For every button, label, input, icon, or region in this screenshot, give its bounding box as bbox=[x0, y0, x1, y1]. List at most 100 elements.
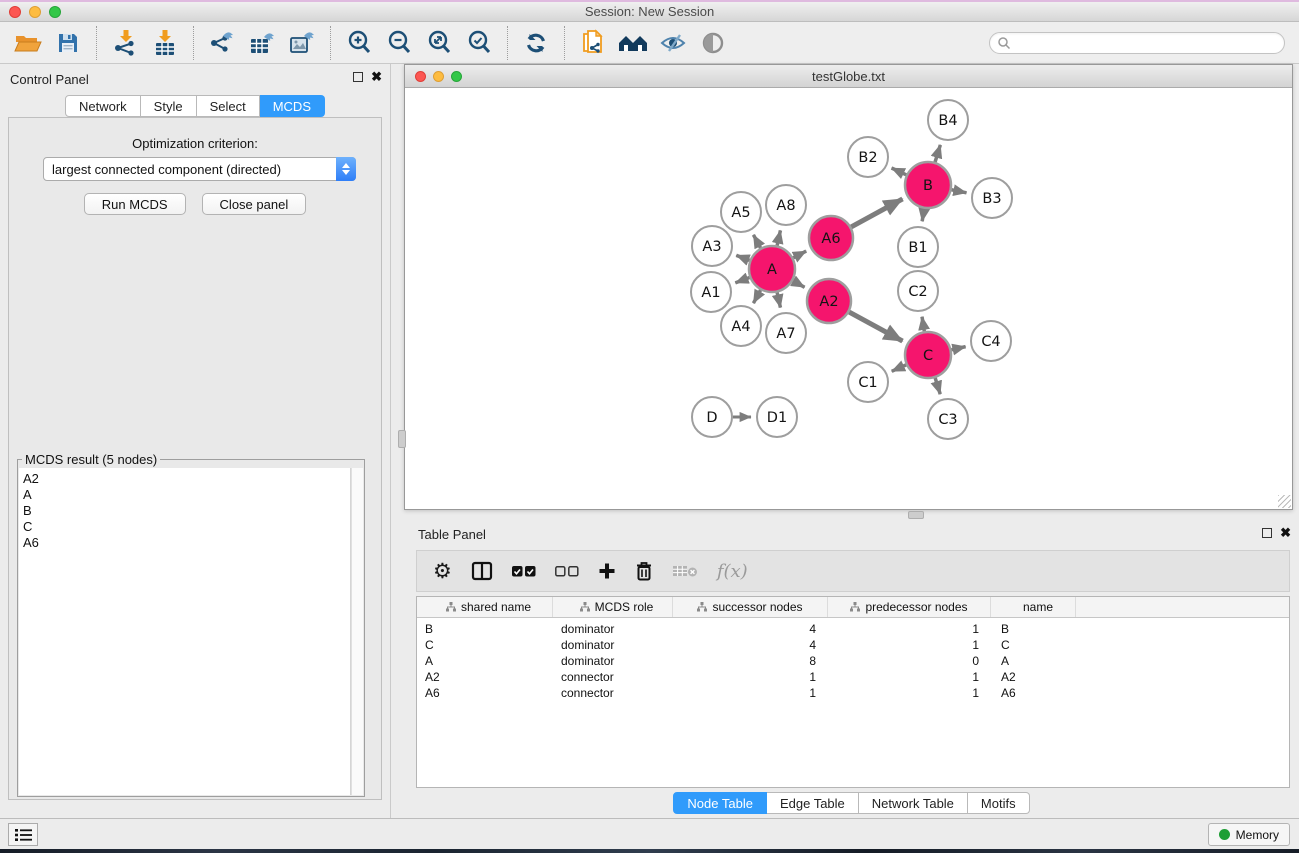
function-builder-button[interactable]: f(x) bbox=[717, 561, 748, 582]
zoom-out-button[interactable] bbox=[381, 26, 417, 60]
float-panel-icon[interactable] bbox=[353, 72, 363, 82]
mcds-result-item[interactable]: A6 bbox=[19, 535, 350, 551]
graph-node-D1[interactable]: D1 bbox=[757, 397, 797, 437]
graph-node-B4[interactable]: B4 bbox=[928, 100, 968, 140]
import-network-button[interactable] bbox=[107, 26, 143, 60]
graph-edge-A-A1[interactable] bbox=[735, 277, 749, 282]
network-overview-button[interactable] bbox=[615, 26, 651, 60]
zoom-selected-button[interactable] bbox=[461, 26, 497, 60]
graph-node-A[interactable]: A bbox=[749, 246, 795, 292]
toggle-column-view-button[interactable] bbox=[471, 561, 493, 581]
mcds-result-item[interactable]: B bbox=[19, 503, 350, 519]
select-all-columns-button[interactable] bbox=[512, 566, 536, 577]
result-scrollbar[interactable] bbox=[351, 468, 363, 795]
network-minimize-button[interactable] bbox=[433, 71, 444, 82]
column-header-name[interactable]: name bbox=[991, 597, 1076, 617]
table-tab-motifs[interactable]: Motifs bbox=[968, 792, 1030, 814]
export-table-button[interactable] bbox=[244, 26, 280, 60]
graph-node-B[interactable]: B bbox=[905, 162, 951, 208]
graph-node-B2[interactable]: B2 bbox=[848, 137, 888, 177]
run-mcds-button[interactable]: Run MCDS bbox=[84, 193, 186, 215]
export-network-button[interactable] bbox=[204, 26, 240, 60]
graph-node-C3[interactable]: C3 bbox=[928, 399, 968, 439]
network-zoom-button[interactable] bbox=[451, 71, 462, 82]
graph-edge-A-A8[interactable] bbox=[777, 230, 780, 245]
network-close-button[interactable] bbox=[415, 71, 426, 82]
deselect-all-columns-button[interactable] bbox=[555, 566, 579, 577]
graph-edge-B-B1[interactable] bbox=[922, 209, 924, 222]
graph-edge-A-A2[interactable] bbox=[793, 281, 805, 288]
create-column-button[interactable] bbox=[598, 562, 616, 580]
table-row[interactable]: Adominator80A bbox=[417, 653, 1289, 669]
network-canvas[interactable]: ABCA2A6A1A3A4A5A7A8B1B2B3B4C1C2C3C4DD1 bbox=[405, 88, 1292, 509]
horizontal-splitter-handle[interactable] bbox=[908, 511, 924, 519]
graph-edge-C-C2[interactable] bbox=[922, 317, 924, 332]
graph-node-A4[interactable]: A4 bbox=[721, 306, 761, 346]
tab-network[interactable]: Network bbox=[65, 95, 141, 117]
graph-edge-C-C3[interactable] bbox=[935, 378, 940, 394]
table-tab-edge-table[interactable]: Edge Table bbox=[767, 792, 859, 814]
zoom-in-button[interactable] bbox=[341, 26, 377, 60]
graph-node-C1[interactable]: C1 bbox=[848, 362, 888, 402]
graph-edge-A-A7[interactable] bbox=[777, 292, 780, 307]
delete-column-button[interactable] bbox=[635, 561, 653, 581]
close-table-panel-icon[interactable]: ✖ bbox=[1280, 528, 1291, 538]
graph-edge-A-A6[interactable] bbox=[793, 251, 806, 258]
hide-panels-button[interactable] bbox=[655, 26, 691, 60]
column-header-shared-name[interactable]: shared name bbox=[417, 597, 553, 617]
table-settings-button[interactable]: ⚙ bbox=[433, 561, 452, 581]
graph-edge-C-C4[interactable] bbox=[951, 347, 965, 350]
table-tab-node-table[interactable]: Node Table bbox=[673, 792, 767, 814]
open-session-button[interactable] bbox=[10, 26, 46, 60]
graph-edge-A-A5[interactable] bbox=[753, 235, 760, 248]
table-row[interactable]: A6connector11A6 bbox=[417, 685, 1289, 701]
table-row[interactable]: Cdominator41C bbox=[417, 637, 1289, 653]
mcds-result-item[interactable]: A2 bbox=[19, 471, 350, 487]
close-panel-icon[interactable]: ✖ bbox=[371, 72, 382, 82]
graph-edge-A-A4[interactable] bbox=[753, 290, 760, 303]
graph-node-A7[interactable]: A7 bbox=[766, 313, 806, 353]
graph-node-C2[interactable]: C2 bbox=[898, 271, 938, 311]
column-header-predecessor-nodes[interactable]: predecessor nodes bbox=[828, 597, 991, 617]
graph-edge-C-C1[interactable] bbox=[892, 365, 906, 371]
refresh-view-button[interactable] bbox=[518, 26, 554, 60]
graph-node-C[interactable]: C bbox=[905, 332, 951, 378]
memory-button[interactable]: Memory bbox=[1208, 823, 1290, 846]
graph-node-A5[interactable]: A5 bbox=[721, 192, 761, 232]
save-session-button[interactable] bbox=[50, 26, 86, 60]
tab-mcds[interactable]: MCDS bbox=[260, 95, 325, 117]
graph-node-C4[interactable]: C4 bbox=[971, 321, 1011, 361]
import-table-button[interactable] bbox=[147, 26, 183, 60]
graph-node-B1[interactable]: B1 bbox=[898, 227, 938, 267]
table-row[interactable]: Bdominator41B bbox=[417, 621, 1289, 637]
graph-node-B3[interactable]: B3 bbox=[972, 178, 1012, 218]
delete-table-button[interactable] bbox=[672, 564, 698, 578]
zoom-fit-button[interactable] bbox=[421, 26, 457, 60]
float-table-panel-icon[interactable] bbox=[1262, 528, 1272, 538]
clone-network-button[interactable] bbox=[575, 26, 611, 60]
show-task-history-button[interactable] bbox=[8, 823, 38, 846]
graph-node-A3[interactable]: A3 bbox=[692, 226, 732, 266]
export-image-button[interactable] bbox=[284, 26, 320, 60]
graph-edge-B-B3[interactable] bbox=[952, 190, 967, 193]
graph-edge-A6-B[interactable] bbox=[851, 199, 902, 227]
tab-style[interactable]: Style bbox=[141, 95, 197, 117]
close-panel-button[interactable]: Close panel bbox=[202, 193, 307, 215]
mcds-result-list[interactable]: A2ABCA6 bbox=[19, 468, 351, 795]
graph-node-A2[interactable]: A2 bbox=[807, 279, 851, 323]
network-window-titlebar[interactable]: testGlobe.txt bbox=[405, 65, 1292, 88]
mcds-result-item[interactable]: A bbox=[19, 487, 350, 503]
optimization-criterion-select[interactable]: largest connected component (directed) bbox=[43, 157, 356, 181]
mcds-result-item[interactable]: C bbox=[19, 519, 350, 535]
show-panels-button[interactable] bbox=[695, 26, 731, 60]
graph-edge-B-B2[interactable] bbox=[892, 168, 907, 175]
graph-edge-A-A3[interactable] bbox=[736, 255, 749, 260]
vertical-splitter-handle[interactable] bbox=[398, 430, 406, 448]
graph-edge-B-B4[interactable] bbox=[935, 145, 940, 162]
column-header-successor-nodes[interactable]: successor nodes bbox=[673, 597, 828, 617]
table-tab-network-table[interactable]: Network Table bbox=[859, 792, 968, 814]
tab-select[interactable]: Select bbox=[197, 95, 260, 117]
graph-edge-A2-C[interactable] bbox=[849, 312, 902, 341]
resize-grip[interactable] bbox=[1278, 495, 1291, 508]
graph-node-D[interactable]: D bbox=[692, 397, 732, 437]
